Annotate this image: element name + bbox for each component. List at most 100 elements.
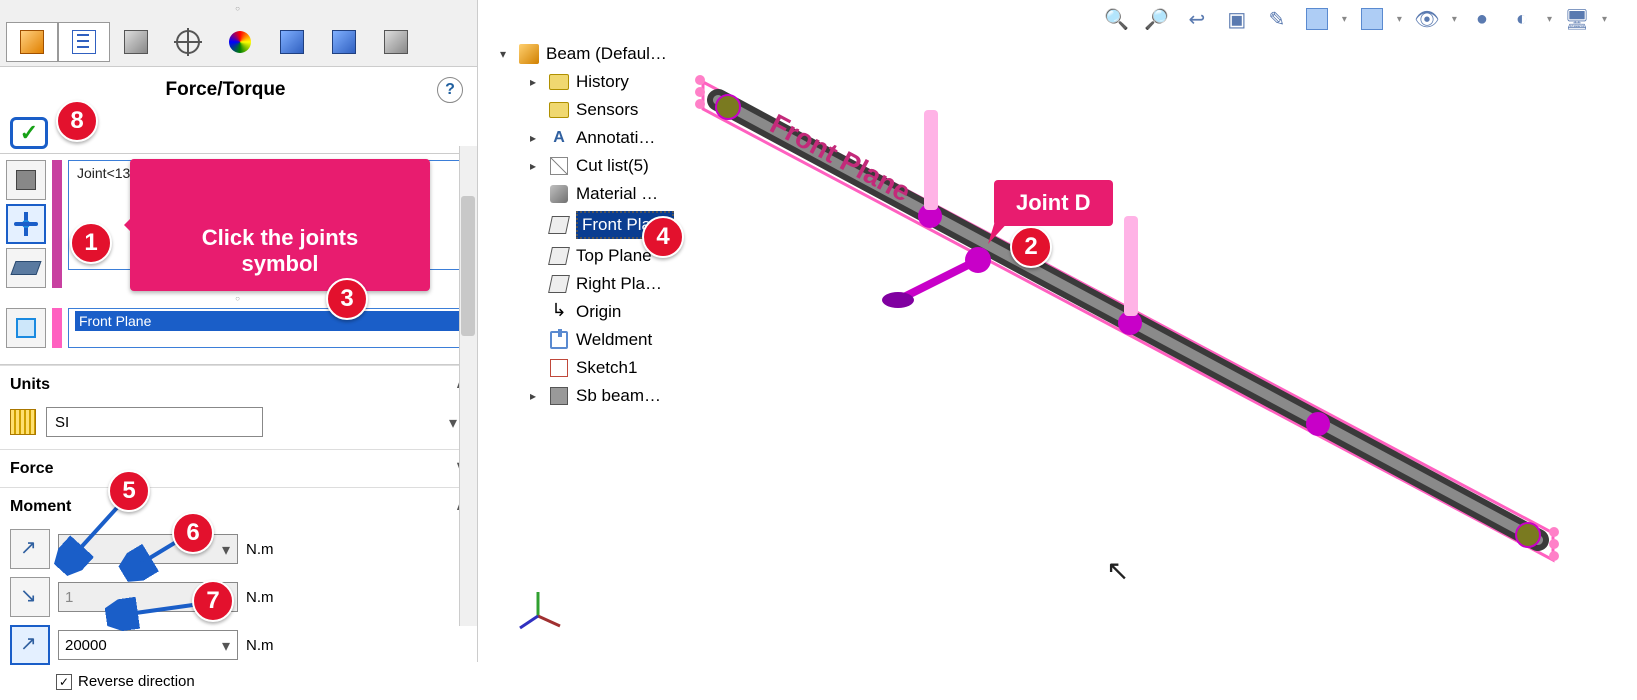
joint-f[interactable] xyxy=(1306,412,1330,436)
force-header[interactable]: Force ˅ xyxy=(0,449,477,487)
tab-property-manager[interactable] xyxy=(58,22,110,62)
display-style-button[interactable] xyxy=(1357,4,1387,34)
joint-b[interactable] xyxy=(918,204,942,228)
tab-cam[interactable] xyxy=(266,22,318,62)
tree-root[interactable]: ▾ Beam (Defaul… xyxy=(498,40,698,68)
cube-icon xyxy=(16,170,36,190)
tree-item-cut-list-5-[interactable]: ▸ Cut list(5) xyxy=(528,152,698,180)
moment-dir2-button[interactable] xyxy=(10,577,50,617)
annotation-badge-3: 3 xyxy=(326,278,368,320)
panel-scrollbar[interactable] xyxy=(459,146,477,626)
selection-color-mark xyxy=(52,160,62,288)
ok-button[interactable]: ✓ xyxy=(10,117,48,149)
force-arrow-2[interactable] xyxy=(1124,216,1138,316)
zoom-area-button[interactable]: 🔎 xyxy=(1142,4,1172,34)
reverse-direction-label: Reverse direction xyxy=(78,673,195,690)
tab-cam3[interactable] xyxy=(370,22,422,62)
tab-configuration-manager[interactable] xyxy=(110,22,162,62)
tab-feature-manager[interactable] xyxy=(6,22,58,62)
ruler-icon xyxy=(10,409,36,435)
dropdown-icon: ▾ xyxy=(1547,14,1552,25)
view-orientation-button[interactable] xyxy=(1302,4,1332,34)
arrow-icon xyxy=(18,585,42,609)
moment-arrow[interactable] xyxy=(882,260,978,308)
units-row xyxy=(0,403,477,449)
panel-grip-top[interactable]: ○ xyxy=(0,0,477,18)
annotation-badge-5: 5 xyxy=(108,470,150,512)
panel-title: Force/Torque xyxy=(14,79,437,101)
reference-list[interactable]: Front Plane xyxy=(68,308,471,348)
tree-item-sb-beam-[interactable]: ▸ Sb beam… xyxy=(528,382,698,410)
tree-item-weldment[interactable]: Weldment xyxy=(528,326,698,354)
reference-color-mark xyxy=(52,308,62,348)
tab-display-manager[interactable] xyxy=(214,22,266,62)
hide-show-button[interactable]: 👁 xyxy=(1412,4,1442,34)
tree-item-label: Cut list(5) xyxy=(576,156,649,176)
part-icon xyxy=(20,30,44,54)
tree-item-history[interactable]: ▸History xyxy=(528,68,698,96)
section-view-button[interactable]: ▣ xyxy=(1222,4,1252,34)
dropdown-icon: ▾ xyxy=(1397,14,1402,25)
appearance-button[interactable]: ● xyxy=(1467,4,1497,34)
previous-view-button[interactable]: ↩ xyxy=(1182,4,1212,34)
force-label: Force xyxy=(10,460,54,478)
moment-normal-input[interactable] xyxy=(58,630,238,660)
moment-body: N.m N.m N.m ✓ Reverse direction xyxy=(0,525,477,700)
beam-body[interactable] xyxy=(718,100,1538,540)
tree-item-label: Right Pla… xyxy=(576,274,662,294)
selection-grip[interactable]: ○ xyxy=(6,294,471,308)
tab-dimxpert[interactable] xyxy=(162,22,214,62)
tree-item-label: Top Plane xyxy=(576,246,652,266)
scene-button[interactable]: ◐ xyxy=(1507,4,1537,34)
tree-item-material-[interactable]: Material … xyxy=(528,180,698,208)
joint-g[interactable] xyxy=(1516,523,1540,547)
plane-label: Front Plane xyxy=(765,108,916,208)
tab-cam2[interactable] xyxy=(318,22,370,62)
zoom-fit-button[interactable]: 🔍 xyxy=(1102,4,1132,34)
tree-item-label: Weldment xyxy=(576,330,652,350)
ann-icon: A xyxy=(548,127,570,149)
tree-item-sensors[interactable]: Sensors xyxy=(528,96,698,124)
appearance-icon xyxy=(229,31,251,53)
moment-dir1-button[interactable] xyxy=(10,529,50,569)
moment-normal-button[interactable] xyxy=(10,625,50,665)
view-toolbar: 🔍 🔎 ↩ ▣ ✎ ▾ ▾ 👁 ▾ ● ◐ ▾ 🖥 ▾ xyxy=(1102,4,1607,34)
reverse-direction-checkbox[interactable]: ✓ xyxy=(56,674,72,690)
arrow-normal-icon xyxy=(18,633,42,657)
expand-icon[interactable]: ▸ xyxy=(530,131,542,145)
units-select[interactable] xyxy=(46,407,263,437)
annotation-view-button[interactable]: ✎ xyxy=(1262,4,1292,34)
reference-list-item[interactable]: Front Plane xyxy=(75,311,464,331)
joint-a[interactable] xyxy=(716,95,740,119)
tree-item-right-pla-[interactable]: Right Pla… xyxy=(528,270,698,298)
moment-header[interactable]: Moment ˄ xyxy=(0,487,477,525)
joint-e[interactable] xyxy=(1118,311,1142,335)
tree-item-label: Sb beam… xyxy=(576,386,661,406)
select-reference-button[interactable] xyxy=(6,308,46,348)
tree-item-annotati-[interactable]: ▸AAnnotati… xyxy=(528,124,698,152)
expand-icon[interactable]: ▸ xyxy=(530,159,542,173)
tree-item-sketch1[interactable]: Sketch1 xyxy=(528,354,698,382)
viewport-settings-button[interactable]: 🖥 xyxy=(1562,4,1592,34)
panel-scroll-thumb[interactable] xyxy=(461,196,475,336)
units-header[interactable]: Units ˄ xyxy=(0,365,477,403)
select-faces-button[interactable] xyxy=(6,160,46,200)
plane-icon xyxy=(548,216,570,234)
weld-icon xyxy=(550,331,568,349)
select-beams-button[interactable] xyxy=(6,248,46,288)
force-arrow-1[interactable] xyxy=(924,110,938,210)
help-button[interactable]: ? xyxy=(437,77,463,103)
tree-icon xyxy=(72,30,96,54)
cube-icon xyxy=(1361,8,1383,30)
mat-icon xyxy=(550,185,568,203)
view-triad xyxy=(520,592,560,628)
select-joints-button[interactable] xyxy=(6,204,46,244)
collapse-icon[interactable]: ▾ xyxy=(500,47,512,61)
moment-unit: N.m xyxy=(246,541,274,558)
joint-d[interactable] xyxy=(965,247,991,273)
tree-item-origin[interactable]: ↳Origin xyxy=(528,298,698,326)
arrow-icon xyxy=(18,537,42,561)
expand-icon[interactable]: ▸ xyxy=(530,75,542,89)
expand-icon[interactable]: ▸ xyxy=(530,389,542,403)
tree-item-label: Origin xyxy=(576,302,621,322)
